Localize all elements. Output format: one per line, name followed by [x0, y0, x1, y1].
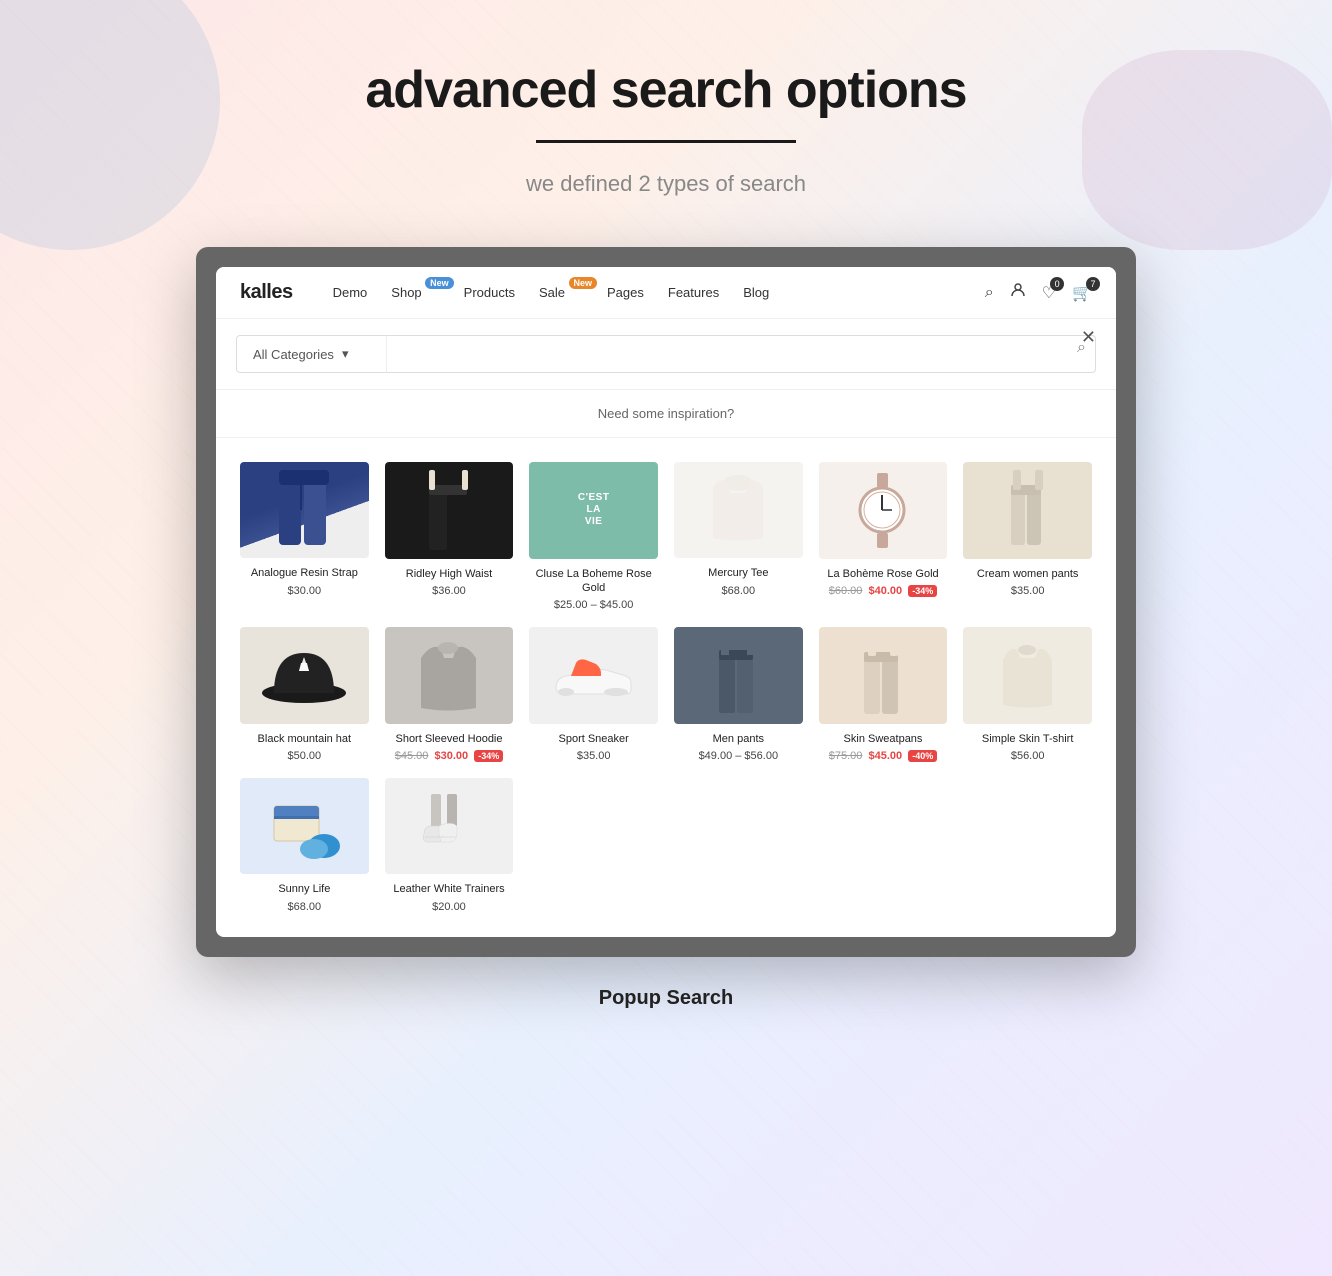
product-name-skin-pants: Skin Sweatpans	[819, 732, 948, 746]
product-card-boheme[interactable]: La Bohème Rose Gold $60.00 $40.00 -34%	[811, 454, 956, 619]
product-image-men-pants	[674, 627, 803, 723]
browser-mockup: kalles Demo Shop New Products Sale New P…	[196, 247, 1136, 957]
search-bar-container: All Categories ▾ ⌕	[216, 319, 1116, 390]
product-price-trainers: $20.00	[385, 901, 514, 913]
product-price-sneaker: $35.00	[529, 750, 658, 762]
nav-item-features[interactable]: Features	[668, 285, 719, 300]
product-image-ridley	[385, 462, 514, 559]
product-card-trainers[interactable]: Leather White Trainers $20.00	[377, 770, 522, 921]
product-price-cluse: $25.00 – $45.00	[529, 599, 658, 611]
product-image-skin-pants	[819, 627, 948, 724]
product-name-sunny: Sunny Life	[240, 882, 369, 896]
nav-item-sale[interactable]: Sale New	[539, 285, 583, 300]
nav-bar: kalles Demo Shop New Products Sale New P…	[216, 267, 1116, 319]
product-name-hat: Black mountain hat	[240, 732, 369, 746]
product-name-boheme: La Bohème Rose Gold	[819, 567, 948, 581]
nav-icons: ⌕ ♡ 0 🛒 7	[985, 282, 1092, 303]
category-label: All Categories	[253, 347, 334, 362]
product-card-simple-tshirt[interactable]: Simple Skin T-shirt $56.00	[955, 619, 1100, 770]
product-card-analogue[interactable]: Analogue Resin Strap $30.00	[232, 454, 377, 619]
sale-badge-skin: -40%	[908, 750, 937, 762]
product-image-mercury	[674, 462, 803, 558]
product-price-hat: $50.00	[240, 750, 369, 762]
product-name-trainers: Leather White Trainers	[385, 882, 514, 896]
product-card-sunny[interactable]: Sunny Life $68.00	[232, 770, 377, 921]
product-image-boheme	[819, 462, 948, 559]
page-subtitle: we defined 2 types of search	[526, 171, 806, 197]
nav-wishlist-icon[interactable]: ♡ 0	[1042, 283, 1056, 303]
search-input[interactable]	[386, 335, 1096, 373]
product-name-hoodie: Short Sleeved Hoodie	[385, 732, 514, 746]
product-name-sneaker: Sport Sneaker	[529, 732, 658, 746]
product-name-cluse: Cluse La Boheme Rose Gold	[529, 567, 658, 596]
product-price-hoodie: $45.00 $30.00 -34%	[385, 750, 514, 762]
product-image-simple-tshirt	[963, 627, 1092, 724]
sale-badge: New	[569, 277, 598, 289]
tshirt-text-cluse: C'ESTLAVIE	[529, 462, 658, 559]
site-logo[interactable]: kalles	[240, 281, 293, 304]
wishlist-count: 0	[1050, 277, 1064, 291]
product-card-ridley[interactable]: Ridley High Waist $36.00	[377, 454, 522, 619]
product-name-men-pants: Men pants	[674, 732, 803, 746]
product-name-analogue: Analogue Resin Strap	[240, 566, 369, 580]
category-dropdown[interactable]: All Categories ▾	[236, 335, 386, 373]
product-price-boheme: $60.00 $40.00 -34%	[819, 585, 948, 597]
product-image-trainers	[385, 778, 514, 875]
search-modal: kalles Demo Shop New Products Sale New P…	[216, 267, 1116, 937]
product-name-cream: Cream women pants	[963, 567, 1092, 581]
product-card-sneaker[interactable]: Sport Sneaker $35.00	[521, 619, 666, 770]
nav-item-demo[interactable]: Demo	[333, 285, 368, 300]
product-card-mercury[interactable]: Mercury Tee $68.00	[666, 454, 811, 619]
product-name-mercury: Mercury Tee	[674, 566, 803, 580]
product-image-hoodie	[385, 627, 514, 724]
product-name-ridley: Ridley High Waist	[385, 567, 514, 581]
modal-close-button[interactable]: ✕	[1081, 327, 1096, 348]
product-image-sunny	[240, 778, 369, 874]
product-name-simple-tshirt: Simple Skin T-shirt	[963, 732, 1092, 746]
product-price-skin-pants: $75.00 $45.00 -40%	[819, 750, 948, 762]
watch-image	[819, 462, 948, 559]
hat-image	[240, 627, 369, 723]
nav-item-products[interactable]: Products	[464, 285, 515, 300]
product-price-analogue: $30.00	[240, 585, 369, 597]
product-image-cream	[963, 462, 1092, 559]
nav-cart-icon[interactable]: 🛒 7	[1072, 283, 1092, 303]
popup-label: Popup Search	[599, 987, 733, 1010]
product-price-simple-tshirt: $56.00	[963, 750, 1092, 762]
chevron-down-icon: ▾	[342, 346, 349, 362]
product-card-cream[interactable]: Cream women pants $35.00	[955, 454, 1100, 619]
product-card-men-pants[interactable]: Men pants $49.00 – $56.00	[666, 619, 811, 770]
sneaker-image	[529, 627, 658, 724]
nav-item-pages[interactable]: Pages	[607, 285, 644, 300]
inspiration-heading: Need some inspiration?	[216, 390, 1116, 438]
product-card-cluse[interactable]: C'ESTLAVIE Cluse La Boheme Rose Gold $25…	[521, 454, 666, 619]
product-price-men-pants: $49.00 – $56.00	[674, 750, 803, 762]
sale-badge-boheme: -34%	[908, 585, 937, 597]
nav-search-icon[interactable]: ⌕	[985, 284, 994, 302]
product-price-ridley: $36.00	[385, 585, 514, 597]
product-card-hoodie[interactable]: Short Sleeved Hoodie $45.00 $30.00 -34%	[377, 619, 522, 770]
products-grid: Analogue Resin Strap $30.00	[216, 438, 1116, 937]
cart-count: 7	[1086, 277, 1100, 291]
product-card-skin-pants[interactable]: Skin Sweatpans $75.00 $45.00 -40%	[811, 619, 956, 770]
product-image-hat	[240, 627, 369, 723]
product-image-analogue	[240, 462, 369, 558]
product-price-cream: $35.00	[963, 585, 1092, 597]
nav-items: Demo Shop New Products Sale New Pages Fe…	[333, 285, 985, 300]
nav-item-blog[interactable]: Blog	[743, 285, 769, 300]
product-price-mercury: $68.00	[674, 585, 803, 597]
product-image-cluse: C'ESTLAVIE	[529, 462, 658, 559]
product-image-sneaker	[529, 627, 658, 724]
page-title: advanced search options	[365, 60, 966, 120]
nav-user-icon[interactable]	[1010, 282, 1026, 303]
sale-badge-hoodie: -34%	[474, 750, 503, 762]
product-price-sunny: $68.00	[240, 901, 369, 913]
title-underline	[536, 140, 796, 143]
product-card-hat[interactable]: Black mountain hat $50.00	[232, 619, 377, 770]
shop-badge: New	[425, 277, 454, 289]
nav-item-shop[interactable]: Shop New	[391, 285, 439, 300]
